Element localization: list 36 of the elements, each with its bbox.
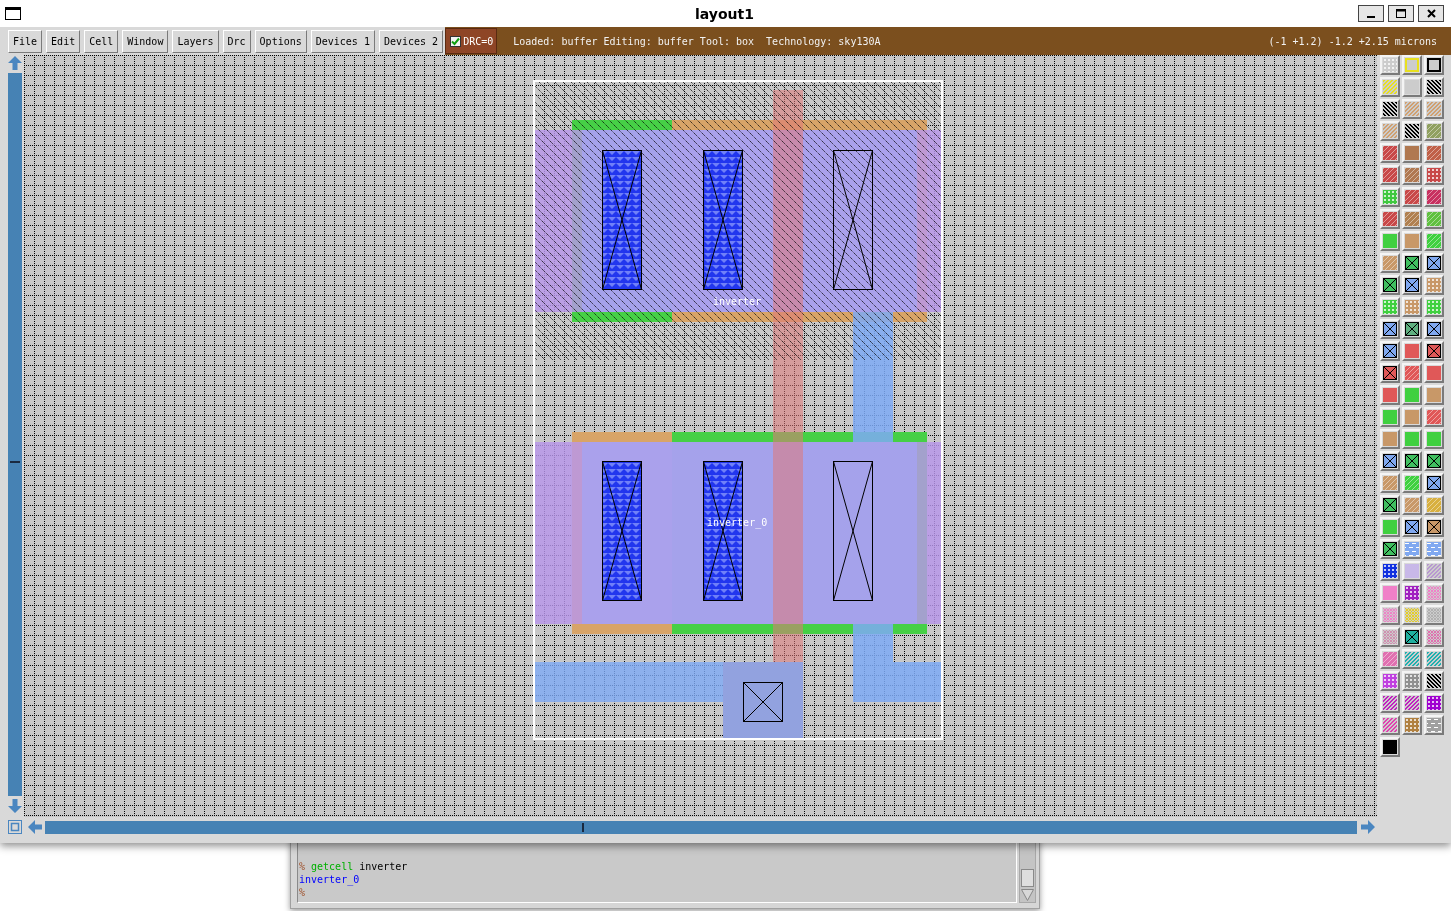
command-text: getcell: [311, 860, 354, 873]
minimize-button[interactable]: [1358, 5, 1384, 22]
right-arrow-icon[interactable]: [1361, 820, 1375, 834]
close-icon: [1426, 9, 1436, 18]
menu-button[interactable]: Edit: [46, 29, 81, 53]
checkbox[interactable]: [450, 35, 462, 47]
menu-button[interactable]: File: [8, 29, 43, 53]
cursor-coordinates: (-1 +1.2) -1.2 +2.15 microns: [1268, 35, 1438, 47]
scrollbar-thumb[interactable]: [1021, 869, 1034, 887]
output-text: inverter_0: [299, 873, 360, 886]
command-argument: inverter: [359, 860, 408, 873]
down-arrow-icon[interactable]: [1021, 889, 1034, 901]
close-button[interactable]: [1418, 5, 1444, 22]
maximize-icon: [1396, 9, 1406, 18]
down-arrow-icon[interactable]: [8, 799, 22, 813]
zoom-box-icon[interactable]: [8, 820, 22, 834]
status-text: Loaded: buffer Editing: buffer Tool: box Technology: sky130A: [513, 35, 881, 47]
vertical-scrollbar[interactable]: [8, 73, 22, 796]
menu-button[interactable]: Window: [122, 29, 169, 53]
menu-button[interactable]: Drc: [222, 29, 251, 53]
maximize-button[interactable]: [1388, 5, 1414, 22]
menu-button[interactable]: Devices 1: [310, 29, 375, 53]
prompt-symbol: %: [299, 886, 306, 899]
window-title: layout1: [695, 5, 754, 22]
menu-button[interactable]: Layers: [172, 29, 219, 53]
via-contact: [743, 682, 783, 722]
minimize-icon: [1367, 16, 1375, 18]
window-menu-icon[interactable]: [5, 7, 21, 20]
menu-button[interactable]: Devices 2: [378, 29, 444, 53]
menu-button[interactable]: Options: [254, 29, 307, 53]
prompt-symbol: %: [299, 860, 306, 873]
left-arrow-icon[interactable]: [28, 820, 42, 834]
drc-checkbutton[interactable]: DRC=0: [445, 28, 498, 54]
horizontal-scrollbar[interactable]: [45, 820, 1357, 834]
menu-button[interactable]: Cell: [84, 29, 119, 53]
up-arrow-icon[interactable]: [8, 56, 22, 70]
